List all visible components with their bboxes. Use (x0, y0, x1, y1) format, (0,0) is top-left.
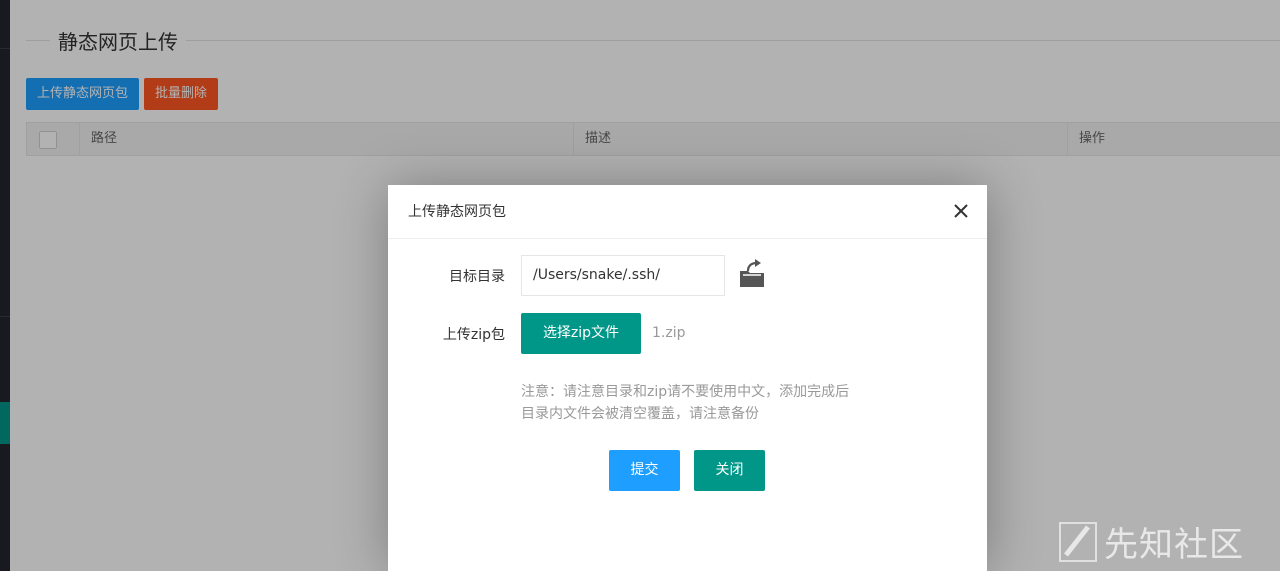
folder-upload-icon[interactable] (738, 259, 766, 289)
note-text: 注意：请注意目录和zip请不要使用中文，添加完成后目录内文件会被清空覆盖，请注意… (521, 384, 850, 422)
dialog-header: 上传静态网页包 (388, 185, 987, 239)
watermark-text: 先知社区 (1104, 524, 1244, 565)
close-button[interactable]: 关闭 (694, 450, 765, 491)
close-icon[interactable] (951, 201, 971, 221)
selected-file-name: 1.zip (652, 325, 686, 341)
watermark: 先知社区 (1058, 518, 1244, 565)
target-dir-input[interactable]: /Users/snake/.ssh/ (521, 255, 725, 296)
upload-dialog: 上传静态网页包 目标目录 /Users/snake/.ssh/ 上传zip包 选… (388, 185, 987, 571)
target-dir-label: 目标目录 (449, 269, 505, 285)
submit-button[interactable]: 提交 (609, 450, 680, 491)
watermark-logo-icon (1059, 522, 1097, 562)
dialog-title: 上传静态网页包 (408, 204, 506, 220)
upload-zip-label: 上传zip包 (442, 327, 505, 343)
choose-zip-button[interactable]: 选择zip文件 (521, 313, 641, 354)
